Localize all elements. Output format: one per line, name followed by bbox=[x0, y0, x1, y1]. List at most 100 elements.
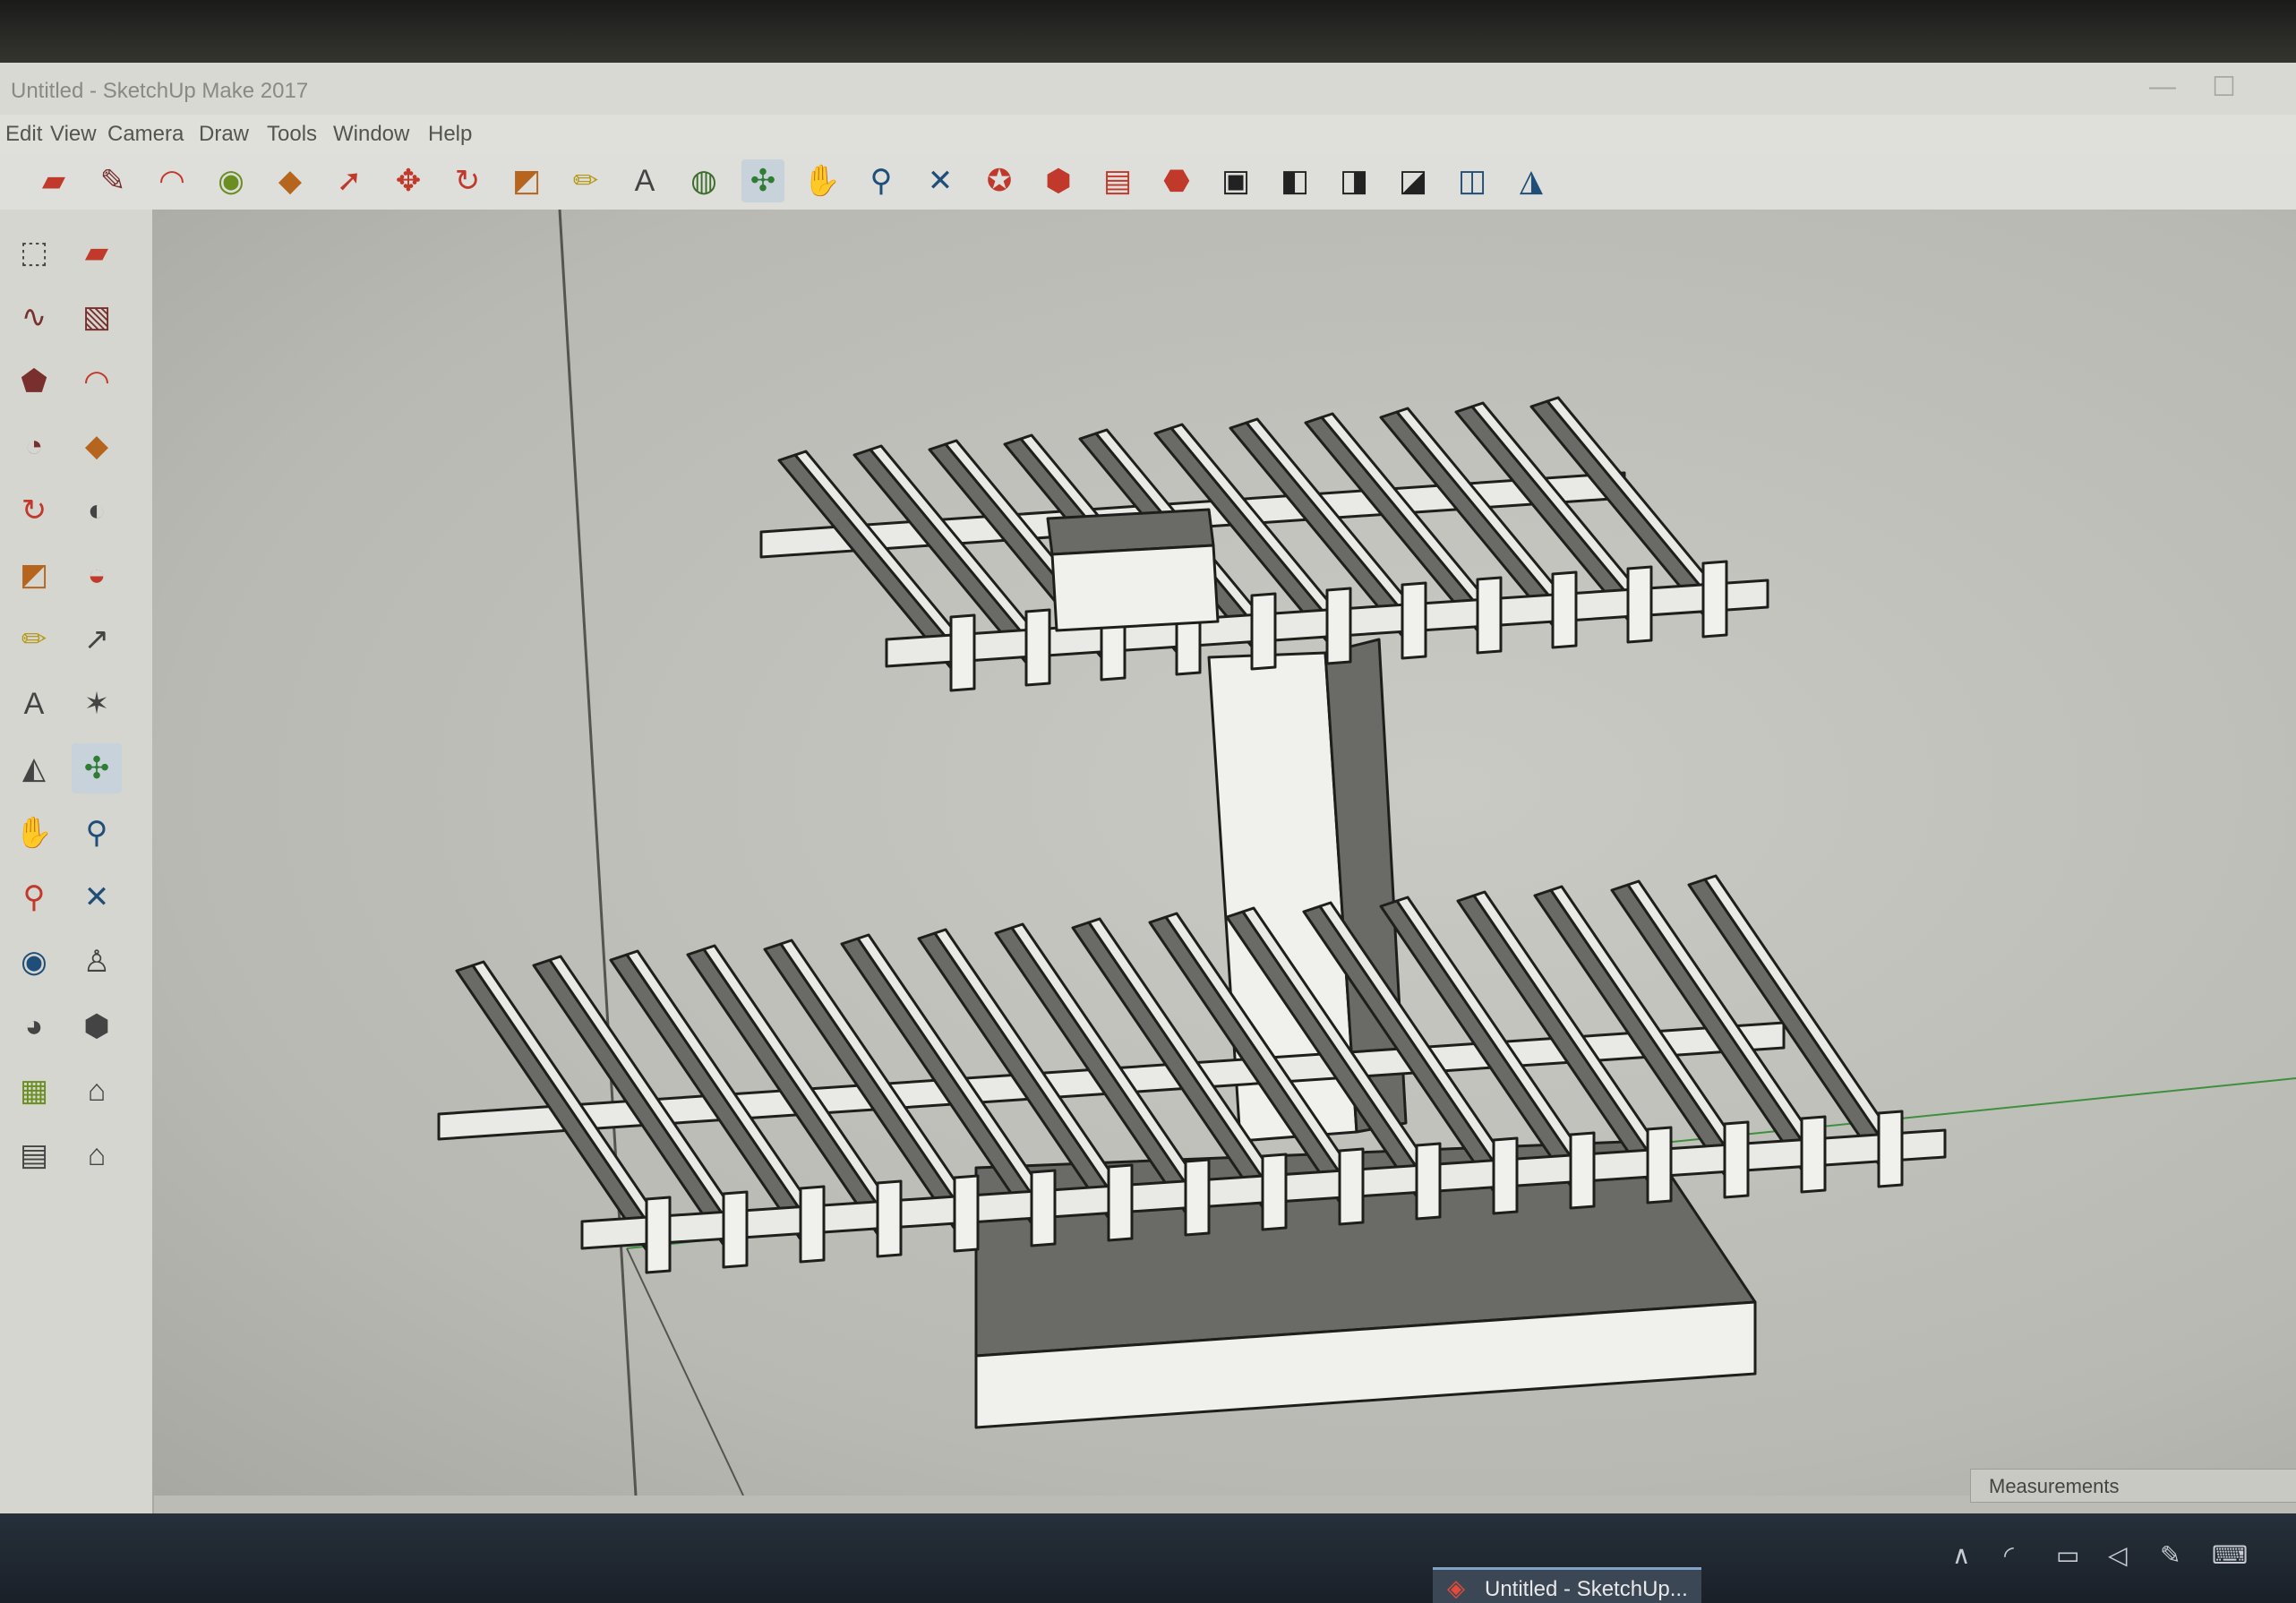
lower-tier-rail-tab[interactable] bbox=[1338, 1147, 1365, 1226]
lower-tier-rail-tab[interactable] bbox=[1030, 1169, 1057, 1247]
chevron-up-icon[interactable]: ∧ bbox=[1952, 1540, 1971, 1570]
orbit-icon[interactable]: ✣ bbox=[741, 159, 784, 202]
follow-me-icon[interactable]: ◐ bbox=[72, 485, 122, 536]
zoom-extents-icon[interactable]: ✕ bbox=[919, 159, 962, 202]
lower-tier-rail-tab[interactable] bbox=[1569, 1131, 1596, 1210]
lower-tier-rail-tab[interactable] bbox=[1646, 1126, 1673, 1204]
top-view-icon[interactable]: ◧ bbox=[1273, 159, 1316, 202]
lower-tier-rail-tab[interactable] bbox=[645, 1196, 672, 1274]
arc-icon[interactable]: ◠ bbox=[150, 159, 193, 202]
zoom-extents-icon[interactable]: ✕ bbox=[72, 872, 122, 922]
home-icon[interactable]: ⌂ bbox=[72, 1130, 122, 1180]
follow-me-icon[interactable]: ➚ bbox=[328, 159, 371, 202]
upper-tier-rail-tab[interactable] bbox=[1250, 592, 1277, 671]
lower-tier-rail-tab[interactable] bbox=[799, 1185, 826, 1264]
offset-icon[interactable]: ◆ bbox=[72, 421, 122, 471]
upper-tier-rail-tab[interactable] bbox=[1325, 587, 1352, 665]
warehouse-icon[interactable]: ✪ bbox=[978, 159, 1021, 202]
lower-tier-slat-top[interactable] bbox=[1703, 874, 1907, 1161]
lower-tier-rail-tab[interactable] bbox=[722, 1190, 749, 1269]
layout-icon[interactable]: ▤ bbox=[9, 1130, 59, 1180]
arc-icon[interactable]: ◠ bbox=[72, 356, 122, 407]
lower-tier-rail-tab[interactable] bbox=[1415, 1142, 1442, 1221]
battery-icon[interactable]: ▭ bbox=[2056, 1540, 2079, 1570]
front-view-icon[interactable]: ◨ bbox=[1332, 159, 1375, 202]
text-icon[interactable]: A bbox=[9, 679, 59, 729]
section-plane-icon[interactable]: ◭ bbox=[9, 743, 59, 793]
select-icon[interactable]: ⬚ bbox=[9, 227, 59, 278]
menu-window[interactable]: Window bbox=[333, 122, 409, 147]
rotate-icon[interactable]: ↻ bbox=[9, 485, 59, 536]
menu-edit[interactable]: Edit bbox=[5, 122, 42, 147]
layout-icon[interactable]: ⬣ bbox=[1155, 159, 1198, 202]
zoom-icon[interactable]: ⚲ bbox=[860, 159, 903, 202]
zoom-window-icon[interactable]: ⚲ bbox=[9, 872, 59, 922]
back-view-icon[interactable]: ◫ bbox=[1451, 159, 1494, 202]
cap-front-face[interactable] bbox=[1050, 544, 1220, 632]
look-around-icon[interactable]: ◕ bbox=[9, 1001, 59, 1051]
pan-icon[interactable]: ✋ bbox=[801, 159, 844, 202]
menu-tools[interactable]: Tools bbox=[267, 122, 317, 147]
minimize-icon[interactable]: — bbox=[2149, 72, 2176, 102]
make-component-icon[interactable]: ▰ bbox=[72, 227, 122, 278]
iso-view-icon[interactable]: ▣ bbox=[1214, 159, 1257, 202]
position-camera-icon[interactable]: ♙ bbox=[72, 937, 122, 987]
maximize-icon[interactable]: ☐ bbox=[2212, 72, 2236, 103]
menu-draw[interactable]: Draw bbox=[199, 122, 249, 147]
lower-tier-rail-tab[interactable] bbox=[1492, 1136, 1519, 1215]
dimension-icon[interactable]: ↗ bbox=[72, 614, 122, 664]
upper-tier-rail-tab[interactable] bbox=[1701, 560, 1728, 639]
keyboard-icon[interactable]: ⌨ bbox=[2212, 1540, 2248, 1570]
upper-tier-rail-tab[interactable] bbox=[1626, 565, 1653, 644]
wifi-icon[interactable]: ◜ bbox=[2004, 1540, 2014, 1570]
previous-view-icon[interactable]: ◉ bbox=[9, 937, 59, 987]
freehand-icon[interactable]: ∿ bbox=[9, 292, 59, 342]
lower-tier-rail-tab[interactable] bbox=[1184, 1158, 1211, 1237]
model-viewport[interactable] bbox=[152, 210, 2296, 1496]
pen-icon[interactable]: ✎ bbox=[2160, 1540, 2180, 1570]
menu-camera[interactable]: Camera bbox=[107, 122, 184, 147]
pie-icon[interactable]: ◔ bbox=[9, 421, 59, 471]
upper-tier-rail-tab[interactable] bbox=[1551, 570, 1578, 649]
menu-help[interactable]: Help bbox=[428, 122, 472, 147]
right-view-icon[interactable]: ◪ bbox=[1392, 159, 1435, 202]
orbit-icon[interactable]: ✣ bbox=[72, 743, 122, 793]
scale-icon[interactable]: ◩ bbox=[505, 159, 548, 202]
lower-tier-rail-tab[interactable] bbox=[1261, 1153, 1288, 1231]
lower-tier-rail-tab[interactable] bbox=[1877, 1110, 1904, 1188]
menu-view[interactable]: View bbox=[50, 122, 97, 147]
upper-tier-rail-tab[interactable] bbox=[1401, 581, 1427, 660]
warehouse-icon[interactable]: ⌂ bbox=[72, 1066, 122, 1116]
text-icon[interactable]: A bbox=[623, 159, 666, 202]
sandbox-icon[interactable]: ▦ bbox=[9, 1066, 59, 1116]
lower-tier-rail-tab[interactable] bbox=[1723, 1120, 1750, 1199]
lower-tier-rail-tab[interactable] bbox=[1800, 1115, 1827, 1194]
circle-icon[interactable]: ◉ bbox=[210, 159, 253, 202]
move-icon[interactable]: ✥ bbox=[387, 159, 430, 202]
extension-warehouse-icon[interactable]: ▤ bbox=[1096, 159, 1139, 202]
paint-bucket-icon[interactable]: ◍ bbox=[682, 159, 725, 202]
upper-tier-rail-tab[interactable] bbox=[1024, 608, 1051, 687]
volume-icon[interactable]: ◁ bbox=[2108, 1540, 2128, 1570]
eraser-icon[interactable]: ▰ bbox=[32, 159, 75, 202]
protractor-icon[interactable]: ◒ bbox=[72, 550, 122, 600]
rectangle-icon[interactable]: ▧ bbox=[72, 292, 122, 342]
lower-tier-rail-tab[interactable] bbox=[1107, 1163, 1134, 1242]
model-scene[interactable] bbox=[152, 210, 2296, 1496]
lower-tier-rail-tab[interactable] bbox=[876, 1179, 903, 1258]
polygon-icon[interactable]: ⬟ bbox=[9, 356, 59, 407]
lower-tier-rail-tab[interactable] bbox=[953, 1174, 980, 1253]
upper-tier-rail-tab[interactable] bbox=[1476, 576, 1503, 655]
rotate-icon[interactable]: ↻ bbox=[446, 159, 489, 202]
scale-icon[interactable]: ◩ bbox=[9, 550, 59, 600]
push-pull-icon[interactable]: ◆ bbox=[269, 159, 312, 202]
taskbar-sketchup-button[interactable]: ◈ Untitled - SketchUp... bbox=[1433, 1567, 1701, 1603]
left-view-icon[interactable]: ◮ bbox=[1510, 159, 1553, 202]
walk-icon[interactable]: ⬢ bbox=[72, 1001, 122, 1051]
measurements-box[interactable]: Measurements bbox=[1970, 1469, 2296, 1503]
pan-icon[interactable]: ✋ bbox=[9, 808, 59, 858]
upper-tier-rail-tab[interactable] bbox=[949, 613, 976, 692]
tape-measure-icon[interactable]: ✏ bbox=[9, 614, 59, 664]
axes-icon[interactable]: ✶ bbox=[72, 679, 122, 729]
pencil-icon[interactable]: ✎ bbox=[91, 159, 134, 202]
